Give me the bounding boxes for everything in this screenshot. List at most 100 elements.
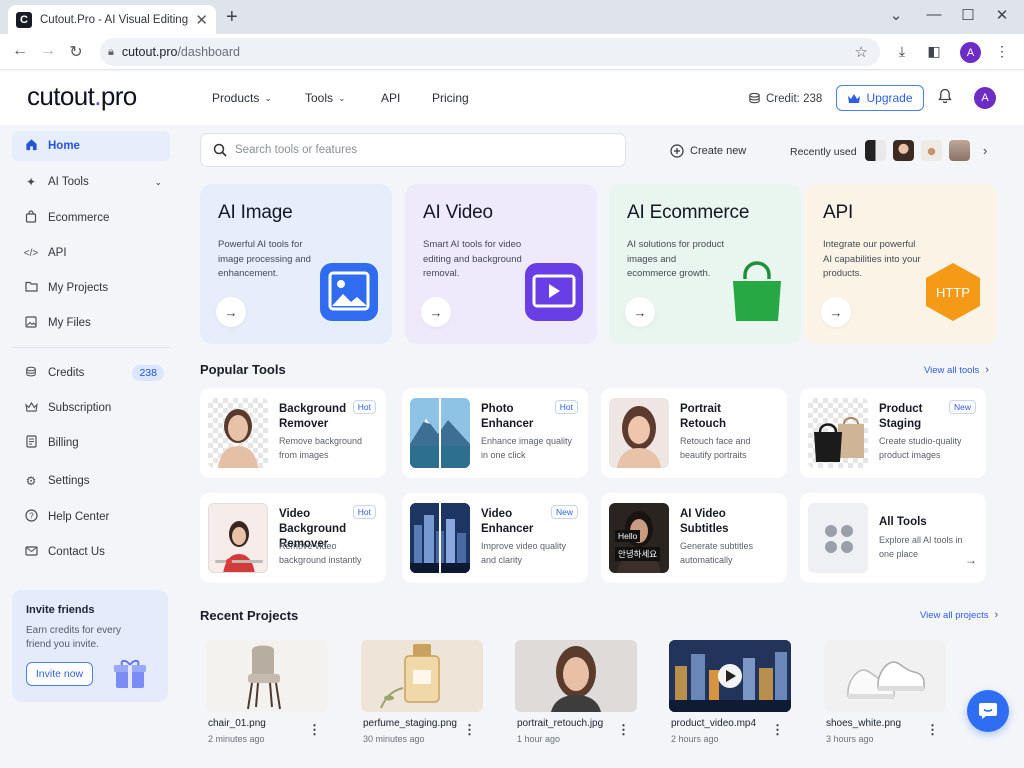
more-options-icon[interactable]: ⋮	[926, 722, 939, 738]
more-options-icon[interactable]: ⋮	[617, 722, 630, 738]
close-tab-icon[interactable]: ✕	[195, 11, 208, 29]
sidebar-item-credits[interactable]: Credits 238	[12, 358, 170, 388]
bell-icon[interactable]	[938, 88, 952, 108]
credits-badge: 238	[132, 365, 164, 381]
project-card-shoes[interactable]: shoes_white.png 3 hours ago ⋮	[818, 632, 958, 744]
tool-card-video-background-remover[interactable]: Video Background Remover Remove video ba…	[200, 493, 386, 583]
user-avatar[interactable]: A	[974, 87, 996, 109]
tool-card-photo-enhancer[interactable]: Photo Enhancer Enhance image quality in …	[402, 388, 588, 478]
more-options-icon[interactable]: ⋮	[771, 722, 784, 738]
reload-icon[interactable]: ↻	[66, 42, 86, 62]
view-all-tools-link[interactable]: View all tools ›	[924, 364, 989, 376]
download-icon[interactable]: ⤓	[892, 43, 912, 60]
project-thumb	[669, 640, 791, 712]
forward-icon[interactable]: →	[38, 42, 58, 60]
project-card-chair[interactable]: chair_01.png 2 minutes ago ⋮	[200, 632, 340, 744]
url-bar[interactable]: 🔒︎ cutout.pro/dashboard ☆	[100, 38, 880, 66]
category-card-ai-video[interactable]: AI Video Smart AI tools for video editin…	[405, 184, 597, 344]
sidebar-item-my-projects[interactable]: My Projects	[12, 273, 170, 303]
chat-support-button[interactable]	[967, 690, 1009, 732]
tool-card-video-enhancer[interactable]: Video Enhancer Improve video quality and…	[402, 493, 588, 583]
minimize-icon[interactable]: —	[924, 6, 944, 23]
category-card-ai-image[interactable]: AI Image Powerful AI tools for image pro…	[200, 184, 392, 344]
category-card-api[interactable]: API Integrate our powerful AI capabiliti…	[805, 184, 997, 344]
recent-thumb[interactable]	[921, 140, 942, 161]
svg-text:?: ?	[29, 511, 34, 520]
sidebar-item-subscription[interactable]: Subscription	[12, 393, 170, 423]
back-icon[interactable]: ←	[10, 42, 30, 60]
upgrade-button[interactable]: Upgrade	[836, 85, 924, 111]
browser-menu-icon[interactable]: ⋮	[992, 43, 1012, 60]
nav-api[interactable]: API	[381, 91, 400, 105]
invite-friends-card: Invite friends Earn credits for every fr…	[12, 590, 168, 702]
arrow-right-icon[interactable]: →	[421, 297, 451, 327]
sidebar-item-my-files[interactable]: My Files	[12, 308, 170, 338]
project-card-portrait[interactable]: portrait_retouch.jpg 1 hour ago ⋮	[509, 632, 649, 744]
create-new-button[interactable]: Create new	[670, 144, 746, 158]
project-thumb	[515, 640, 637, 712]
help-icon: ?	[22, 509, 40, 525]
maximize-icon[interactable]: ☐	[958, 6, 978, 24]
invite-now-button[interactable]: Invite now	[26, 662, 93, 686]
sidebar-item-ecommerce[interactable]: Ecommerce	[12, 203, 170, 233]
tool-card-product-staging[interactable]: Product Staging Create studio-quality pr…	[800, 388, 986, 478]
side-panel-icon[interactable]: ◧	[924, 43, 944, 60]
tool-card-background-remover[interactable]: Background Remover Remove background fro…	[200, 388, 386, 478]
plus-circle-icon	[670, 144, 684, 158]
gift-icon	[114, 659, 146, 688]
nav-pricing[interactable]: Pricing	[432, 91, 469, 105]
arrow-right-icon[interactable]: →	[216, 297, 246, 327]
coins-icon	[749, 92, 760, 104]
tool-card-all-tools[interactable]: All Tools Explore all AI tools in one pl…	[800, 493, 986, 583]
subtitle-korean: 안녕하세요	[615, 547, 661, 561]
category-card-ai-ecommerce[interactable]: AI Ecommerce AI solutions for product im…	[609, 184, 801, 344]
http-badge-icon: HTTP	[926, 263, 980, 321]
cutout-logo[interactable]: cutout.pro	[27, 81, 137, 112]
new-tab-icon[interactable]: +	[226, 6, 238, 29]
search-bar[interactable]	[200, 133, 626, 167]
invite-title: Invite friends	[26, 604, 95, 616]
project-thumb	[824, 640, 946, 712]
url-path: /dashboard	[177, 45, 241, 59]
project-thumb	[206, 640, 328, 712]
recent-thumb[interactable]	[949, 140, 970, 161]
arrow-right-icon[interactable]: →	[965, 553, 977, 567]
browser-tab[interactable]: C Cutout.Pro - AI Visual Editing Pla ✕	[8, 5, 216, 34]
window-close-icon[interactable]: ✕	[992, 6, 1012, 24]
sidebar-item-settings[interactable]: ⚙ Settings	[12, 466, 170, 496]
view-all-projects-link[interactable]: View all projects ›	[920, 609, 998, 621]
search-input[interactable]	[235, 144, 595, 156]
arrow-right-icon[interactable]: →	[821, 297, 851, 327]
bookmark-star-icon[interactable]: ☆	[855, 43, 868, 61]
nav-products[interactable]: Products ⌄	[212, 91, 272, 105]
chevron-down-icon: ⌄	[154, 176, 162, 187]
bag-icon	[22, 210, 40, 226]
tool-card-portrait-retouch[interactable]: Portrait Retouch Retouch face and beauti…	[601, 388, 787, 478]
chevron-right-icon: ›	[985, 364, 989, 376]
more-options-icon[interactable]: ⋮	[308, 722, 321, 738]
browser-profile-avatar[interactable]: A	[960, 42, 981, 63]
sidebar-item-api[interactable]: </> API	[12, 238, 170, 268]
recent-thumb[interactable]	[893, 140, 914, 161]
project-card-video[interactable]: product_video.mp4 2 hours ago ⋮	[663, 632, 803, 744]
sidebar-divider	[12, 347, 170, 348]
chevron-right-icon[interactable]: ›	[983, 143, 987, 158]
more-options-icon[interactable]: ⋮	[463, 722, 476, 738]
receipt-icon	[22, 435, 40, 451]
arrow-right-icon[interactable]: →	[625, 297, 655, 327]
tab-search-icon[interactable]: ⌄	[886, 6, 906, 24]
project-card-perfume[interactable]: perfume_staging.png 30 minutes ago ⋮	[355, 632, 495, 744]
sidebar-item-ai-tools[interactable]: ✦ AI Tools ⌄	[12, 167, 170, 197]
credit-balance: Credit: 238	[748, 92, 822, 105]
sidebar-item-home[interactable]: Home	[12, 131, 170, 161]
nav-tools[interactable]: Tools ⌄	[305, 91, 346, 105]
lock-icon: 🔒︎	[108, 45, 114, 58]
ai-video-subtitles-thumb: Hello 안녕하세요	[609, 503, 669, 573]
new-badge: New	[550, 505, 578, 519]
tool-card-ai-video-subtitles[interactable]: Hello 안녕하세요 AI Video Subtitles Generate …	[601, 493, 787, 583]
sidebar-item-contact-us[interactable]: Contact Us	[12, 537, 170, 567]
address-bar-row: ← → ↻ 🔒︎ cutout.pro/dashboard ☆ ⤓ ◧ A ⋮	[0, 34, 1024, 70]
sidebar-item-help-center[interactable]: ? Help Center	[12, 502, 170, 532]
sidebar-item-billing[interactable]: Billing	[12, 428, 170, 458]
recent-thumb[interactable]	[865, 140, 886, 161]
